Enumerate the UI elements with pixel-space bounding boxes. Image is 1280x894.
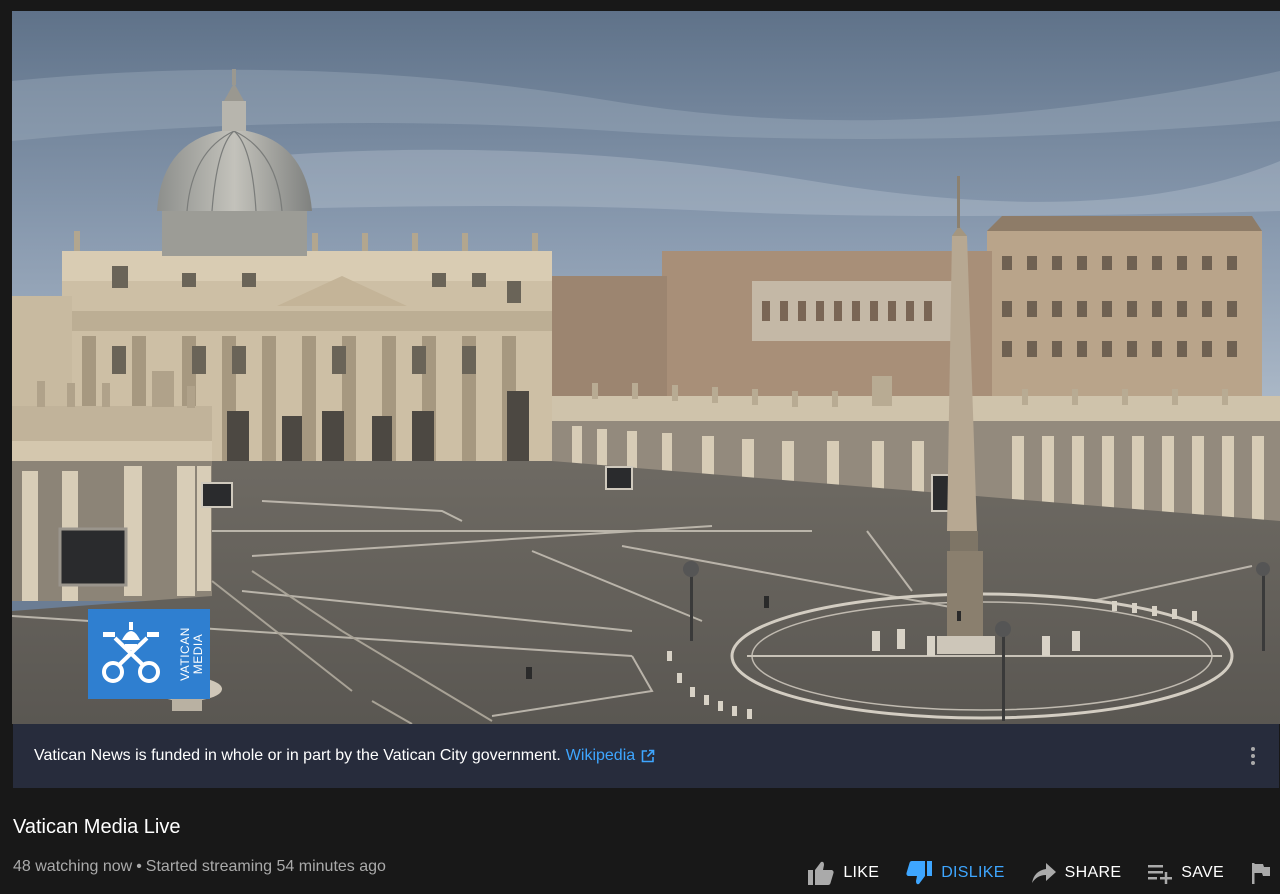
playlist-add-icon xyxy=(1147,862,1173,884)
funding-notice: Vatican News is funded in whole or in pa… xyxy=(34,747,561,764)
video-title: Vatican Media Live xyxy=(13,816,181,838)
like-label: LIKE xyxy=(843,864,880,881)
save-label: SAVE xyxy=(1181,864,1224,881)
video-player[interactable]: VATICAN MEDIA xyxy=(12,11,1280,724)
vatican-media-logo: VATICAN MEDIA xyxy=(88,609,210,699)
like-button[interactable]: LIKE xyxy=(807,860,879,886)
flag-icon xyxy=(1250,861,1272,885)
report-button[interactable] xyxy=(1250,861,1272,885)
share-label: SHARE xyxy=(1064,864,1122,881)
thumbs-up-icon xyxy=(807,860,835,886)
share-icon xyxy=(1031,862,1057,884)
meta-separator: • xyxy=(136,858,142,875)
watching-count: 48 watching now xyxy=(13,858,133,875)
external-link-icon xyxy=(641,749,655,763)
wikipedia-link[interactable]: Wikipedia xyxy=(566,747,655,765)
more-options-icon[interactable] xyxy=(1243,746,1263,766)
watch-page: VATICAN MEDIA Vatican News is funded in … xyxy=(0,0,1280,894)
logo-line-media: MEDIA xyxy=(191,633,206,675)
video-actions: LIKE DISLIKE SHARE SAVE xyxy=(781,858,1272,888)
save-button[interactable]: SAVE xyxy=(1147,862,1224,884)
share-button[interactable]: SHARE xyxy=(1031,862,1122,884)
stream-start-time: Started streaming 54 minutes ago xyxy=(145,858,386,875)
vatican-keys-emblem-icon xyxy=(88,609,174,699)
dislike-label: DISLIKE xyxy=(941,864,1005,881)
thumbs-down-icon xyxy=(905,860,933,886)
logo-wordmark: VATICAN MEDIA xyxy=(174,609,210,699)
wikipedia-link-label: Wikipedia xyxy=(565,747,636,764)
video-meta: 48 watching now • Started streaming 54 min… xyxy=(13,858,386,876)
information-panel: Vatican News is funded in whole or in pa… xyxy=(13,724,1279,788)
dislike-button[interactable]: DISLIKE xyxy=(905,860,1004,886)
